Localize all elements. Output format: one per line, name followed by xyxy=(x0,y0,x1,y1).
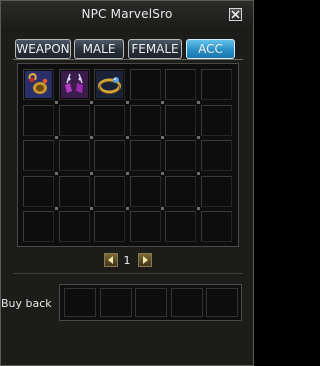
tab-male[interactable]: MALE xyxy=(74,39,124,59)
page-number: 1 xyxy=(123,254,131,267)
title-bar[interactable]: NPC MarvelSro xyxy=(1,1,253,31)
arrow-left-icon xyxy=(108,256,113,264)
section-divider xyxy=(13,273,243,274)
item-slot[interactable] xyxy=(23,211,54,242)
item-slot[interactable] xyxy=(200,140,232,171)
item-slot[interactable] xyxy=(129,211,161,242)
item-slot[interactable] xyxy=(165,211,196,242)
grid-stud xyxy=(161,100,164,104)
grid-stud xyxy=(125,100,129,104)
item-slot[interactable] xyxy=(165,175,196,207)
tab-acc[interactable]: ACC xyxy=(186,39,235,59)
item-slot[interactable] xyxy=(200,175,232,207)
item-slot[interactable] xyxy=(94,175,125,207)
item-slot[interactable] xyxy=(129,140,161,171)
grid-stud xyxy=(196,207,200,210)
grid-stud xyxy=(54,100,58,104)
item-slot[interactable] xyxy=(58,69,90,100)
tab-weapon[interactable]: WEAPON xyxy=(15,39,71,59)
prev-page-button[interactable] xyxy=(104,253,118,267)
item-slot[interactable] xyxy=(94,211,125,242)
buyback-slot[interactable] xyxy=(64,288,96,317)
buyback-label: Buy back xyxy=(1,297,52,310)
grid-stud xyxy=(54,136,58,139)
close-button[interactable] xyxy=(229,8,242,21)
tab-female[interactable]: FEMALE xyxy=(128,39,182,59)
grid-stud xyxy=(90,171,93,175)
item-slot[interactable] xyxy=(58,175,90,207)
window-title: NPC MarvelSro xyxy=(81,7,173,21)
buyback-slot[interactable] xyxy=(206,288,238,317)
grid-stud xyxy=(90,207,93,210)
item-slot[interactable] xyxy=(165,69,196,100)
npc-shop-window: NPC MarvelSro WEAPON MALE FEMALE ACC 1 B… xyxy=(0,0,254,366)
item-slot[interactable] xyxy=(129,69,161,100)
item-slot[interactable] xyxy=(165,104,196,136)
grid-stud xyxy=(90,136,93,139)
grid-stud xyxy=(161,136,164,139)
item-slot[interactable] xyxy=(58,140,90,171)
grid-stud xyxy=(196,171,200,175)
item-slot[interactable] xyxy=(58,211,90,242)
arrow-right-icon xyxy=(143,256,148,264)
grid-stud xyxy=(90,100,93,104)
item-slot[interactable] xyxy=(200,69,232,100)
buyback-slot[interactable] xyxy=(135,288,167,317)
item-slot[interactable] xyxy=(165,140,196,171)
buyback-panel xyxy=(59,284,242,321)
grid-stud xyxy=(161,207,164,210)
item-slot[interactable] xyxy=(94,140,125,171)
item-slot[interactable] xyxy=(200,104,232,136)
item-slot[interactable] xyxy=(23,175,54,207)
item-slot[interactable] xyxy=(23,104,54,136)
grid-stud xyxy=(196,100,200,104)
item-slot[interactable] xyxy=(94,104,125,136)
grid-stud xyxy=(125,207,129,210)
item-slot[interactable] xyxy=(58,104,90,136)
buyback-slot[interactable] xyxy=(99,288,132,317)
next-page-button[interactable] xyxy=(138,253,152,267)
item-slot[interactable] xyxy=(129,175,161,207)
item-slot[interactable] xyxy=(129,104,161,136)
grid-stud xyxy=(161,171,164,175)
close-icon xyxy=(231,10,240,19)
buyback-slot[interactable] xyxy=(170,288,203,317)
item-grid xyxy=(17,63,239,247)
grid-stud xyxy=(125,171,129,175)
item-slot[interactable] xyxy=(200,211,232,242)
item-slot[interactable] xyxy=(23,140,54,171)
item-slot[interactable] xyxy=(94,69,125,100)
tab-strip-divider xyxy=(13,59,243,60)
grid-stud xyxy=(125,136,129,139)
item-slot[interactable] xyxy=(23,69,54,100)
grid-stud xyxy=(54,207,58,210)
grid-stud xyxy=(196,136,200,139)
grid-stud xyxy=(54,171,58,175)
